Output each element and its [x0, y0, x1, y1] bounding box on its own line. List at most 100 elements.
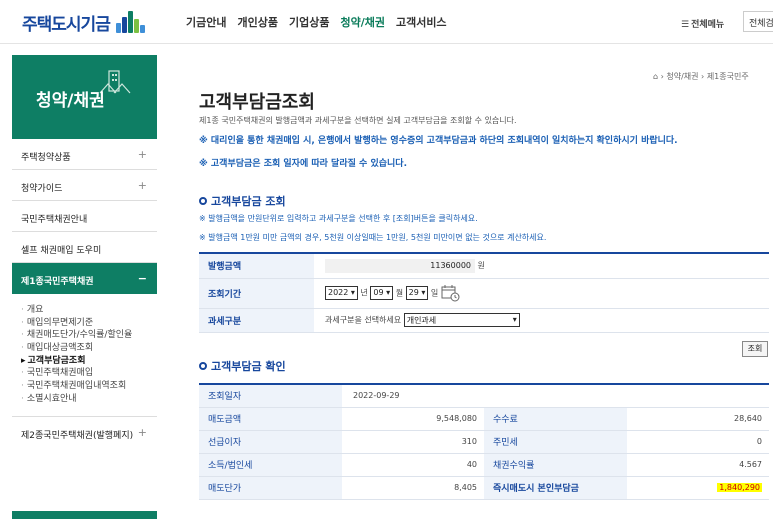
- day-value: 29: [408, 288, 419, 297]
- logo-text: 주택도시기금: [22, 14, 111, 35]
- month-value: 09: [373, 288, 384, 297]
- bond-yield-label: 채권수익률: [484, 453, 627, 477]
- sidebar-header: 청약/채권: [12, 55, 157, 139]
- resident-tax-value: 0: [627, 430, 769, 454]
- minus-icon: −: [137, 272, 147, 285]
- prepaid-interest-value: 310: [342, 430, 484, 454]
- sell-amount-label: 매도금액: [199, 407, 342, 431]
- plus-icon: +: [137, 425, 147, 439]
- tax-label: 과세구분: [199, 308, 314, 333]
- year-unit: 년: [360, 288, 368, 298]
- notice-receipt: ※ 대리인을 통한 채권매입 시, 은행에서 발행하는 영수증의 고객부담금과 …: [199, 136, 678, 146]
- notice-date-dependency: ※ 고객부담금은 조회 일자에 따라 달라질 수 있습니다.: [199, 159, 407, 169]
- date-label: 조회일자: [199, 384, 342, 408]
- table-row: 선급이자 310 주민세 0: [199, 430, 769, 454]
- breadcrumb-item[interactable]: 청약/채권: [666, 72, 698, 81]
- inquiry-form: 발행금액 11360000 원 조회기간 2022 ▾ 년 09 ▾ 월 29 …: [199, 252, 769, 333]
- top-header: 주택도시기금 기금안내 개인상품 기업상품 청약/채권 고객서비스 ☰ 전체메뉴 …: [0, 0, 773, 44]
- nav-item-business[interactable]: 기업상품: [289, 14, 329, 30]
- amount-label: 발행금액: [199, 253, 314, 279]
- sidebar-item-label: 청약가이드: [21, 184, 63, 194]
- search-button[interactable]: 조회: [742, 341, 768, 357]
- sell-unit-price-label: 매도단가: [199, 476, 342, 500]
- all-menu-label: 전체메뉴: [691, 20, 725, 30]
- year-value: 2022: [328, 288, 349, 297]
- resident-tax-label: 주민세: [484, 430, 627, 454]
- table-row: 매도금액 9,548,080 수수료 28,640: [199, 407, 769, 431]
- sell-unit-price-value: 8,405: [342, 476, 484, 500]
- guide-text-input: ※ 발행금액을 만원단위로 입력하고 과세구분을 선택한 후 [조회]버튼을 클…: [199, 214, 478, 223]
- chevron-down-icon: ▾: [512, 315, 517, 324]
- submenu-item-target-amount[interactable]: 매입대상금액조회: [21, 342, 157, 355]
- bond-yield-value: 4.567: [627, 453, 769, 477]
- plus-icon: +: [137, 179, 147, 192]
- sidebar-item-label: 국민주택채권안내: [21, 215, 88, 225]
- home-icon[interactable]: ⌂: [653, 72, 658, 81]
- breadcrumb-item[interactable]: 제1종국민주: [707, 72, 749, 81]
- sidebar-menu: 주택청약상품 + 청약가이드 + 국민주택채권안내 셀프 채권매입 도우미 제1…: [12, 139, 157, 448]
- calendar-icon[interactable]: [441, 284, 461, 302]
- date-value: 2022-09-29: [342, 384, 769, 408]
- section-title-result: 고객부담금 확인: [199, 358, 286, 374]
- submenu-item-customer-charge[interactable]: 고객부담금조회: [21, 355, 157, 368]
- day-select[interactable]: 29 ▾: [405, 286, 429, 300]
- tax-type-select[interactable]: 개인과세 ▾: [403, 313, 520, 327]
- sidebar-item-label: 제2종국민주택채권(발행폐지): [21, 430, 134, 441]
- nav-item-subscription-bond[interactable]: 청약/채권: [340, 14, 385, 30]
- section-title-text: 고객부담금 조회: [211, 195, 286, 208]
- table-row: 매도단가 8,405 즉시매도시 본인부담금 1,840,290: [199, 476, 769, 500]
- search-scope-select[interactable]: 전체검: [743, 11, 773, 32]
- submenu-item-prescription[interactable]: 소멸시효안내: [21, 393, 157, 406]
- period-label: 조회기간: [199, 278, 314, 309]
- sidebar-item-label: 주택청약상품: [21, 153, 71, 163]
- income-tax-label: 소득/법인세: [199, 453, 342, 477]
- month-select[interactable]: 09 ▾: [370, 286, 394, 300]
- nav-item-personal[interactable]: 개인상품: [237, 14, 277, 30]
- sidebar-item-label: 셀프 채권매입 도우미: [21, 246, 102, 256]
- sidebar-item-type2-bond[interactable]: 제2종국민주택채권(발행폐지) +: [12, 417, 157, 448]
- nav-item-customer-service[interactable]: 고객서비스: [396, 14, 447, 30]
- customer-charge-value: 1,840,290: [717, 483, 762, 492]
- section-title-inquiry: 고객부담금 조회: [199, 193, 286, 209]
- prepaid-interest-label: 선급이자: [199, 430, 342, 454]
- sidebar-footer-banner[interactable]: [12, 511, 157, 519]
- customer-charge-cell: 1,840,290: [627, 476, 769, 500]
- sidebar-item-self-bond-helper[interactable]: 셀프 채권매입 도우미: [12, 232, 157, 263]
- year-select[interactable]: 2022 ▾: [325, 286, 358, 300]
- submenu-item-exemption[interactable]: 매입의무면제기준: [21, 317, 157, 330]
- submenu-item-purchase-history[interactable]: 국민주택채권매입내역조회: [21, 380, 157, 393]
- fee-label: 수수료: [484, 407, 627, 431]
- fee-value: 28,640: [627, 407, 769, 431]
- month-unit: 월: [395, 288, 404, 298]
- hamburger-icon: ☰: [681, 20, 690, 30]
- submenu-item-sell-price[interactable]: 채권매도단가/수익률/할인율: [21, 329, 157, 342]
- section-title-text: 고객부담금 확인: [211, 360, 286, 373]
- breadcrumb: ⌂ › 청약/채권 › 제1종국민주: [653, 72, 749, 81]
- sidebar-item-bond-info[interactable]: 국민주택채권안내: [12, 201, 157, 232]
- result-table: 조회일자 2022-09-29 매도금액 9,548,080 수수료 28,64…: [199, 383, 769, 500]
- sidebar-submenu: 개요 매입의무면제기준 채권매도단가/수익률/할인율 매입대상금액조회 고객부담…: [12, 294, 157, 417]
- logo-mark-icon: [114, 9, 148, 35]
- all-menu-button[interactable]: ☰ 전체메뉴: [681, 17, 724, 30]
- amount-input[interactable]: 11360000: [325, 258, 475, 273]
- sidebar-item-housing-subscription[interactable]: 주택청약상품 +: [12, 139, 157, 170]
- sell-amount-value: 9,548,080: [342, 407, 484, 431]
- sidebar-item-type1-bond[interactable]: 제1종국민주택채권 −: [12, 263, 157, 294]
- main-nav: 기금안내 개인상품 기업상품 청약/채권 고객서비스: [186, 14, 447, 30]
- guide-text-rounding: ※ 발행금액 1만원 미만 금액의 경우, 5천원 이상일때는 1만원, 5천원…: [199, 233, 547, 242]
- nav-item-fund-info[interactable]: 기금안내: [186, 14, 226, 30]
- submenu-item-overview[interactable]: 개요: [21, 304, 157, 317]
- sidebar-item-subscription-guide[interactable]: 청약가이드 +: [12, 170, 157, 201]
- tax-prompt: 과세구분을 선택하세요: [325, 315, 402, 325]
- sidebar-title: 청약/채권: [36, 91, 105, 111]
- site-logo[interactable]: 주택도시기금: [22, 9, 148, 35]
- table-row: 조회일자 2022-09-29: [199, 384, 769, 408]
- day-unit: 일: [430, 288, 439, 298]
- page-description: 제1종 국민주택채권의 발행금액과 과세구분을 선택하면 실제 고객부담금을 조…: [199, 116, 517, 125]
- plus-icon: +: [137, 148, 147, 161]
- table-row: 소득/법인세 40 채권수익률 4.567: [199, 453, 769, 477]
- tax-type-value: 개인과세: [406, 316, 437, 325]
- submenu-item-bond-purchase[interactable]: 국민주택채권매입: [21, 367, 157, 380]
- income-tax-value: 40: [342, 453, 484, 477]
- amount-unit: 원: [477, 260, 485, 270]
